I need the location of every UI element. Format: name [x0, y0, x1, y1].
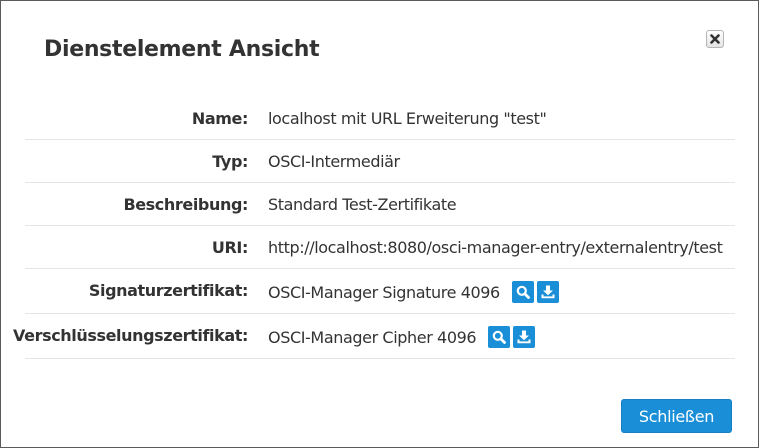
field-value-with-actions: OSCI-Manager Signature 4096: [268, 281, 559, 303]
field-label: Verschlüsselungszertifikat:: [13, 326, 248, 345]
field-value: OSCI-Intermediär: [268, 152, 400, 171]
detail-row-type: Typ: OSCI-Intermediär: [25, 140, 735, 183]
field-value: OSCI-Manager Cipher 4096: [268, 327, 477, 347]
field-label: Beschreibung:: [123, 195, 248, 214]
view-signature-cert-button[interactable]: [511, 281, 534, 303]
magnifier-icon: [492, 330, 507, 344]
close-dialog-button[interactable]: Schließen: [621, 399, 732, 433]
field-label: Typ:: [212, 152, 248, 171]
download-cipher-cert-button[interactable]: [513, 326, 536, 348]
close-x-icon: [710, 34, 720, 44]
view-cipher-cert-button[interactable]: [488, 326, 511, 348]
detail-table: Name: localhost mit URL Erweiterung "tes…: [13, 97, 735, 359]
field-value: localhost mit URL Erweiterung "test": [268, 109, 547, 128]
field-label: Name:: [191, 109, 249, 128]
download-icon: [517, 330, 531, 344]
download-signature-cert-button[interactable]: [536, 281, 559, 303]
detail-row-uri: URI: http://localhost:8080/osci-manager-…: [25, 226, 735, 269]
download-icon: [541, 285, 555, 299]
detail-row-cipher-cert: Verschlüsselungszertifikat: OSCI-Manager…: [13, 314, 735, 359]
detail-row-signature-cert: Signaturzertifikat: OSCI-Manager Signatu…: [25, 269, 735, 314]
service-element-dialog: Dienstelement Ansicht Name: localhost mi…: [0, 0, 759, 448]
dialog-title: Dienstelement Ansicht: [44, 37, 320, 62]
detail-row-name: Name: localhost mit URL Erweiterung "tes…: [25, 97, 735, 140]
magnifier-icon: [516, 285, 530, 299]
field-label: URI:: [211, 238, 248, 257]
field-value: OSCI-Manager Signature 4096: [268, 282, 500, 302]
field-value: http://localhost:8080/osci-manager-entry…: [268, 238, 723, 257]
field-label: Signaturzertifikat:: [88, 281, 249, 300]
detail-row-description: Beschreibung: Standard Test-Zertifikate: [25, 183, 735, 226]
close-button[interactable]: [706, 30, 724, 48]
field-value-with-actions: OSCI-Manager Cipher 4096: [268, 326, 536, 348]
field-value: Standard Test-Zertifikate: [268, 195, 457, 214]
